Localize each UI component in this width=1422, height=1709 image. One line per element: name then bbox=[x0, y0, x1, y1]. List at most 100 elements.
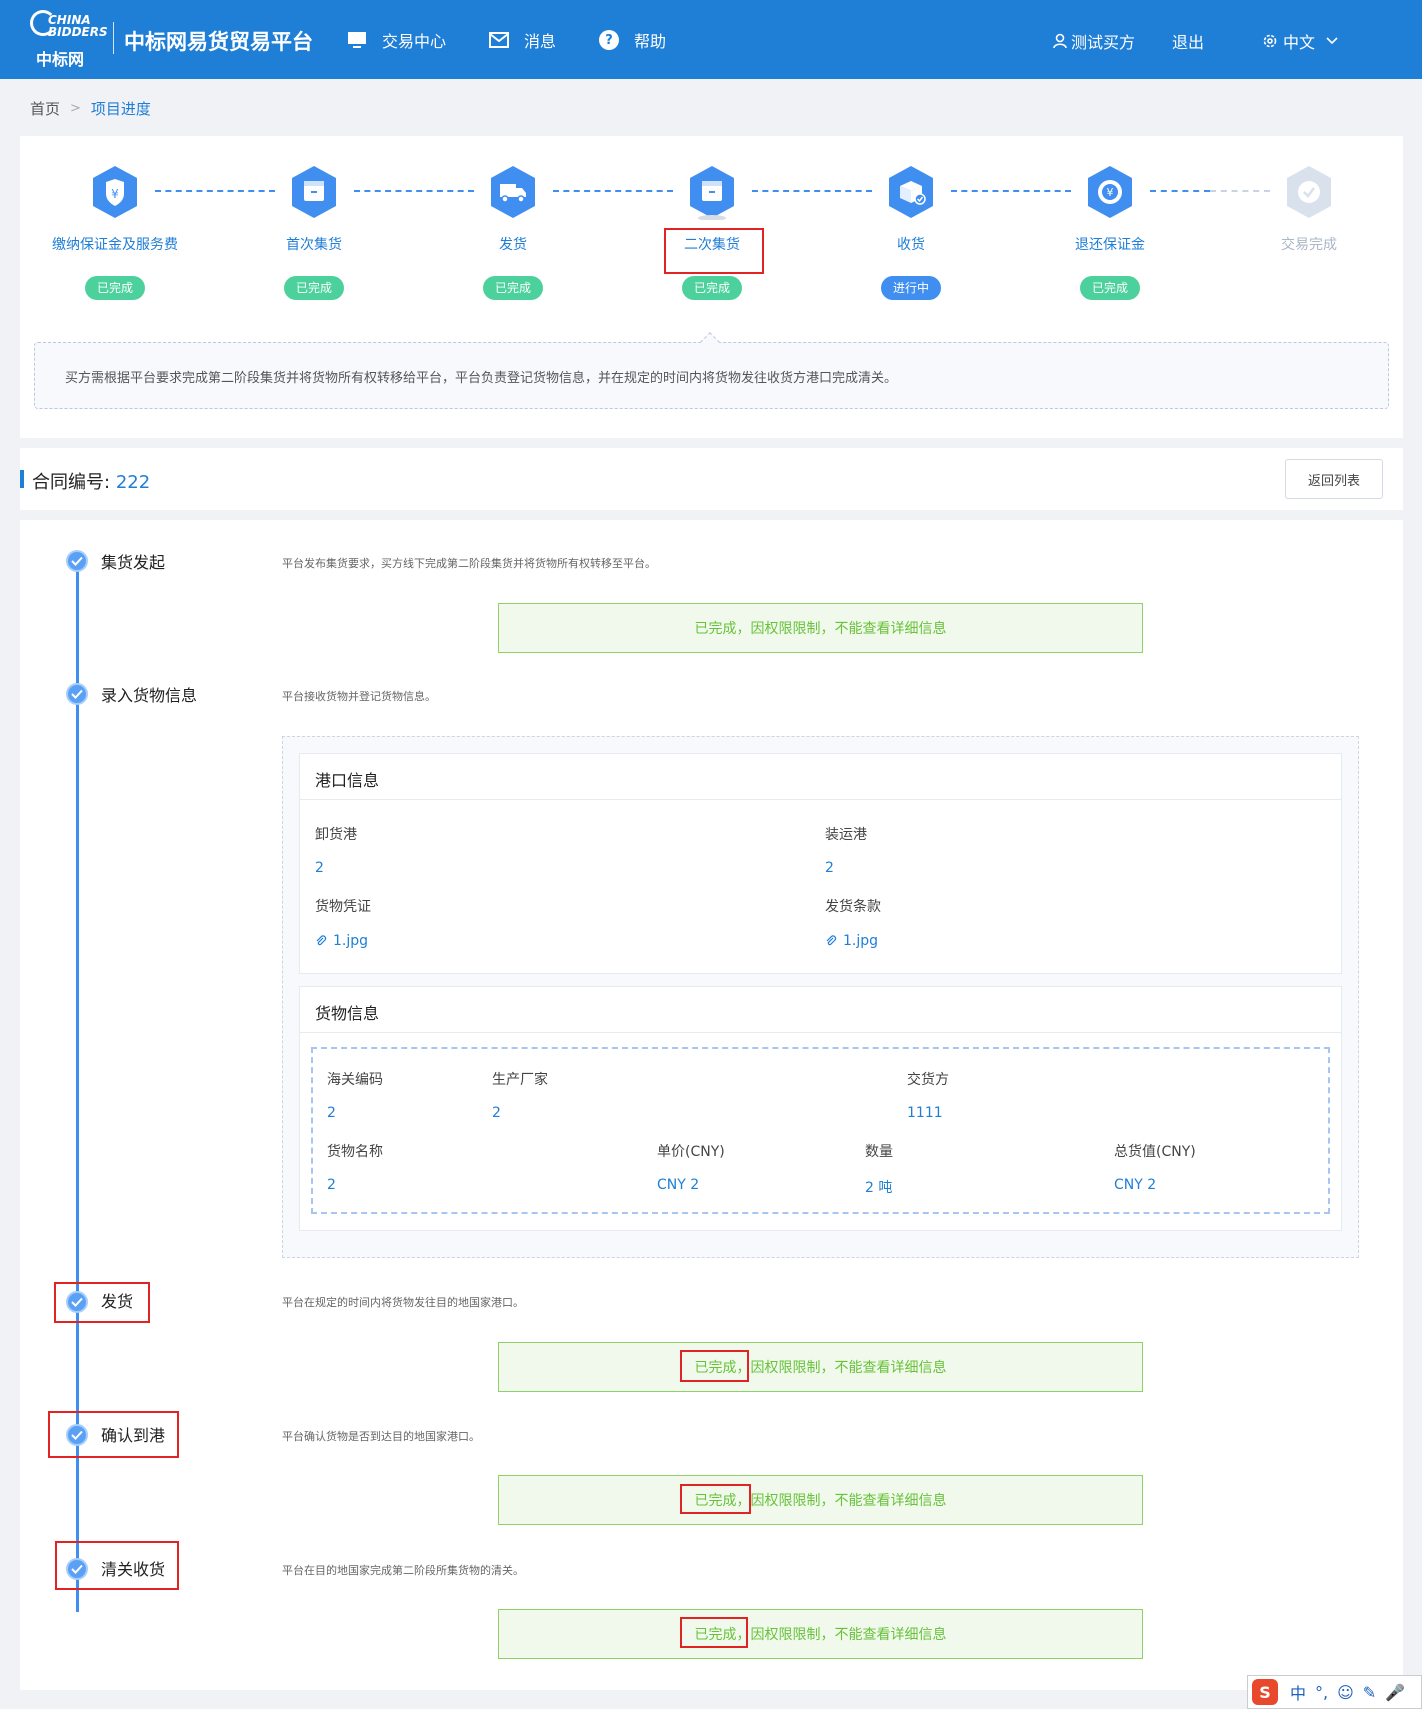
field-label: 货物名称 bbox=[327, 1144, 383, 1160]
mic-icon[interactable]: 🎤 bbox=[1385, 1683, 1405, 1702]
goods-info-card: 货物信息 海关编码 2 生产厂家 2 交货方 1111 货物名称 2 单价(CN… bbox=[299, 986, 1342, 1231]
timeline-title: 录入货物信息 bbox=[101, 686, 198, 705]
step-label: 发货 bbox=[499, 237, 527, 253]
field-label: 单价(CNY) bbox=[657, 1144, 725, 1160]
paperclip-icon bbox=[826, 935, 837, 946]
step-label: 首次集货 bbox=[286, 237, 342, 253]
field-value: CNY 2 bbox=[657, 1177, 700, 1193]
field-value: CNY 2 bbox=[1114, 1177, 1157, 1193]
goods-details: 海关编码 2 生产厂家 2 交货方 1111 货物名称 2 单价(CNY) CN… bbox=[311, 1047, 1330, 1214]
step-deposit[interactable]: ¥ 缴纳保证金及服务费 已完成 bbox=[30, 164, 200, 300]
nav-label: 消息 bbox=[524, 32, 557, 51]
file-name: 1.jpg bbox=[333, 933, 369, 949]
field-label: 数量 bbox=[865, 1144, 893, 1160]
nav-help[interactable]: ? 帮助 bbox=[598, 28, 666, 52]
field-label: 卸货港 bbox=[315, 827, 357, 843]
card-title: 港口信息 bbox=[300, 754, 1341, 800]
file-link[interactable]: 1.jpg bbox=[825, 933, 878, 949]
paperclip-icon bbox=[316, 935, 327, 946]
field-label: 发货条款 bbox=[825, 899, 881, 915]
help-icon: ? bbox=[598, 29, 620, 51]
status-badge: 已完成 bbox=[84, 276, 145, 300]
site-logo[interactable]: CHINA BIDDERS 中标网 bbox=[30, 8, 108, 69]
step-description: 买方需根据平台要求完成第二阶段集货并将货物所有权转移给平台，平台负责登记货物信息… bbox=[34, 342, 1389, 409]
logout-link[interactable]: 退出 bbox=[1172, 29, 1204, 53]
status-badge: 已完成 bbox=[681, 276, 742, 300]
progress-steps-panel: ¥ 缴纳保证金及服务费 已完成 首次集货 已完成 发货 已完成 二次集货 已完成… bbox=[20, 136, 1403, 438]
check-circle-icon bbox=[66, 683, 88, 705]
file-name: 1.jpg bbox=[843, 933, 879, 949]
status-badge: 已完成 bbox=[1079, 276, 1140, 300]
step-label: 交易完成 bbox=[1281, 237, 1337, 253]
back-to-list-button[interactable]: 返回列表 bbox=[1285, 459, 1383, 499]
package-check-icon bbox=[885, 164, 937, 220]
completed-notice: 已完成，因权限限制，不能查看详细信息 bbox=[498, 1342, 1143, 1392]
step-refund-deposit[interactable]: ¥ 退还保证金 已完成 bbox=[1025, 164, 1195, 300]
status-badge: 已完成 bbox=[283, 276, 344, 300]
logo-text-top: CHINA BIDDERS bbox=[48, 13, 108, 39]
highlight-box bbox=[48, 1411, 179, 1458]
step-label: 收货 bbox=[897, 237, 925, 253]
step-label: 缴纳保证金及服务费 bbox=[52, 237, 178, 253]
field-label: 装运港 bbox=[825, 827, 867, 843]
nav-trading-center[interactable]: 交易中心 bbox=[346, 28, 446, 52]
highlight-box bbox=[664, 228, 764, 274]
completed-notice: 已完成，因权限限制，不能查看详细信息 bbox=[498, 603, 1143, 653]
field-label: 生产厂家 bbox=[492, 1072, 548, 1088]
ime-toolbar[interactable]: S 中 °, ☺ ✎ 🎤 bbox=[1247, 1675, 1422, 1709]
truck-icon bbox=[487, 164, 539, 220]
completed-notice: 已完成，因权限限制，不能查看详细信息 bbox=[498, 1609, 1143, 1659]
emoji-icon[interactable]: ☺ bbox=[1337, 1683, 1354, 1702]
top-header: CHINA BIDDERS 中标网 中标网易货贸易平台 交易中心 消息 ? 帮助… bbox=[0, 0, 1422, 79]
field-label: 交货方 bbox=[907, 1072, 949, 1088]
box-icon bbox=[288, 164, 340, 220]
gear-icon bbox=[1263, 34, 1277, 48]
timeline-desc: 平台在目的地国家完成第二阶段所集货物的清关。 bbox=[282, 1564, 524, 1577]
field-label: 货物凭证 bbox=[315, 899, 371, 915]
timeline-panel: 集货发起 平台发布集货要求，买方线下完成第二阶段集货并将货物所有权转移至平台。 … bbox=[20, 520, 1403, 1690]
svg-text:¥: ¥ bbox=[1107, 186, 1114, 199]
svg-text:¥: ¥ bbox=[111, 187, 119, 201]
step-transaction-complete[interactable]: 交易完成 bbox=[1224, 164, 1394, 254]
completed-notice: 已完成，因权限限制，不能查看详细信息 bbox=[498, 1475, 1143, 1525]
step-first-collection[interactable]: 首次集货 已完成 bbox=[229, 164, 399, 300]
breadcrumb: 首页 > 项目进度 bbox=[30, 98, 151, 119]
check-circle-icon bbox=[1283, 164, 1335, 220]
monitor-icon bbox=[346, 29, 368, 51]
chevron-right-icon: > bbox=[70, 101, 81, 116]
timeline-desc: 平台接收货物并登记货物信息。 bbox=[282, 690, 436, 703]
highlight-box bbox=[54, 1282, 150, 1323]
user-name: 测试买方 bbox=[1071, 33, 1136, 52]
step-receiving[interactable]: 收货 进行中 bbox=[826, 164, 996, 300]
contract-value: 222 bbox=[115, 472, 151, 493]
status-badge: 已完成 bbox=[482, 276, 543, 300]
timeline-title: 集货发起 bbox=[101, 553, 166, 572]
file-link[interactable]: 1.jpg bbox=[315, 933, 368, 949]
field-value: 2 bbox=[327, 1105, 336, 1121]
highlight-box bbox=[680, 1350, 749, 1382]
check-circle-icon bbox=[66, 550, 88, 572]
language-select[interactable]: 中文 bbox=[1262, 29, 1339, 53]
highlight-box bbox=[55, 1541, 179, 1590]
refund-icon: ¥ bbox=[1084, 164, 1136, 220]
logo-divider bbox=[113, 22, 114, 54]
goods-info-area: 港口信息 卸货港 2 装运港 2 货物凭证 1.jpg 发货条款 1.jpg 货… bbox=[282, 736, 1359, 1258]
timeline-line bbox=[76, 562, 79, 1332]
nav-label: 帮助 bbox=[634, 32, 667, 51]
user-menu[interactable]: 测试买方 bbox=[1053, 29, 1135, 53]
ime-logo-icon: S bbox=[1252, 1679, 1278, 1705]
chevron-down-icon bbox=[1326, 37, 1338, 45]
contract-label: 合同编号: bbox=[32, 472, 111, 493]
nav-messages[interactable]: 消息 bbox=[488, 28, 556, 52]
timeline-desc: 平台在规定的时间内将货物发往目的地国家港口。 bbox=[282, 1296, 524, 1309]
ime-punctuation[interactable]: °, bbox=[1315, 1683, 1328, 1702]
user-icon bbox=[1053, 33, 1067, 49]
field-value: 2 吨 bbox=[865, 1180, 893, 1196]
breadcrumb-home[interactable]: 首页 bbox=[30, 98, 60, 119]
ime-mode[interactable]: 中 bbox=[1290, 1680, 1306, 1704]
pen-icon[interactable]: ✎ bbox=[1363, 1683, 1376, 1702]
step-shipping[interactable]: 发货 已完成 bbox=[428, 164, 598, 300]
timeline-desc: 平台确认货物是否到达目的地国家港口。 bbox=[282, 1430, 480, 1443]
card-title: 货物信息 bbox=[300, 987, 1341, 1033]
mail-icon bbox=[488, 29, 510, 51]
